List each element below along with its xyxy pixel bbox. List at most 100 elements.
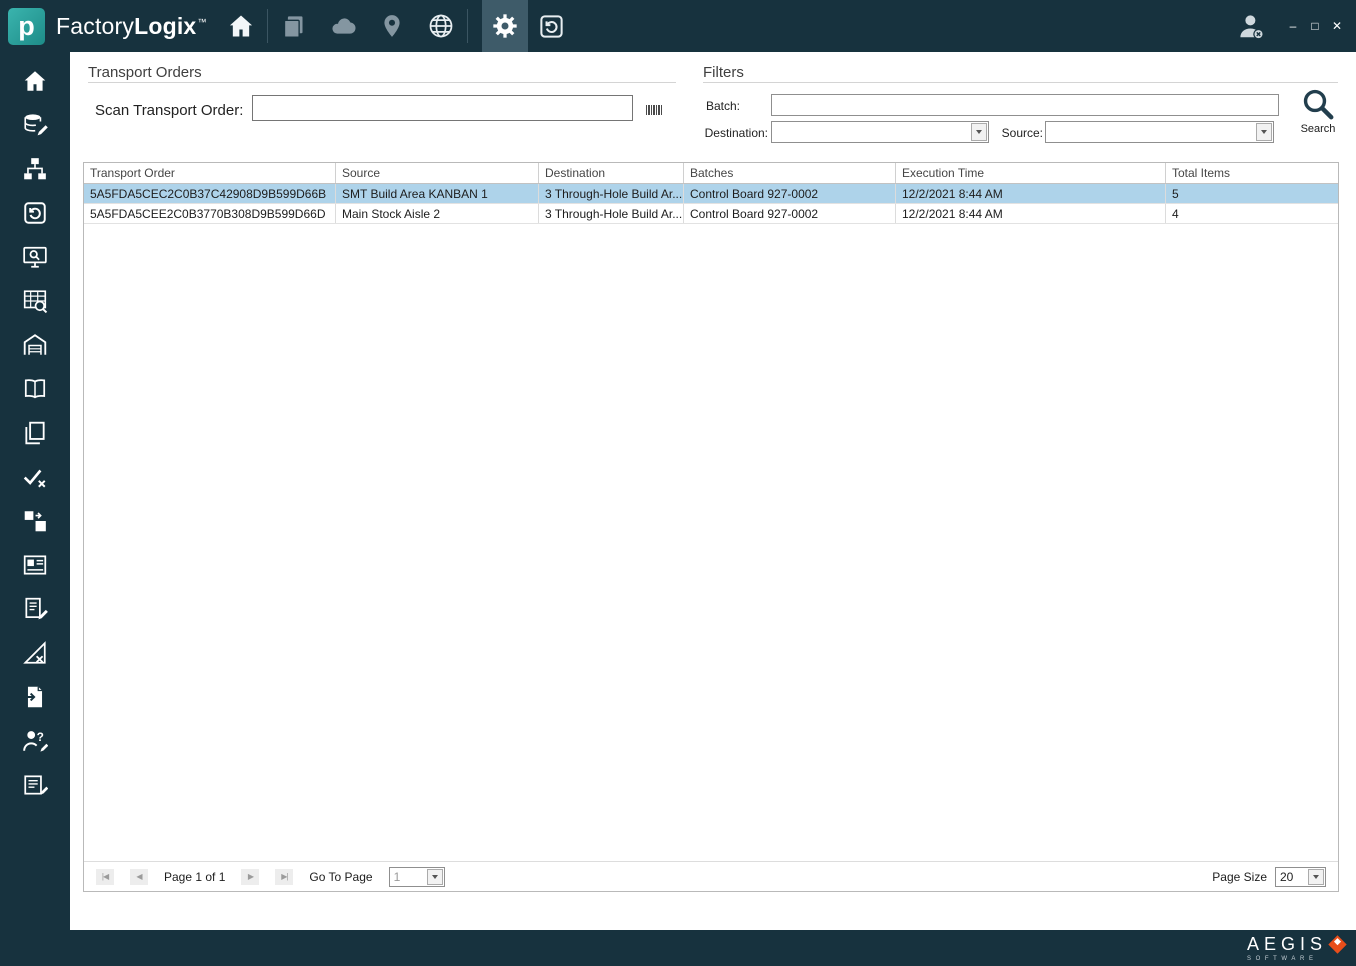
chevron-down-icon[interactable]: [1256, 123, 1272, 141]
aegis-diamond-icon: [1328, 935, 1347, 954]
svg-text:?: ?: [37, 730, 44, 744]
aegis-tagline: SOFTWARE: [1246, 956, 1318, 962]
history-icon[interactable]: [538, 13, 565, 40]
transfer-icon: [22, 508, 48, 534]
app-logo: p: [8, 7, 45, 45]
user-account-icon[interactable]: [1236, 11, 1266, 41]
goto-page-input-wrap: [388, 866, 445, 887]
table-header-row: Transport Order Source Destination Batch…: [84, 163, 1338, 184]
pagination-bar: |◀ ◀ Page 1 of 1 ▶ ▶| Go To Page Page Si…: [84, 861, 1338, 891]
column-header-transport-order[interactable]: Transport Order: [84, 163, 336, 183]
documents-icon[interactable]: [280, 13, 307, 40]
schedule-edit-icon: [22, 772, 48, 798]
page-size-select[interactable]: 20: [1275, 866, 1326, 887]
sidebar-item-id-card[interactable]: [12, 550, 58, 580]
titlebar-divider: [466, 9, 468, 43]
globe-icon[interactable]: [427, 12, 455, 40]
copy-icon: [22, 420, 48, 446]
cell-transport-order: 5A5FDA5CEC2C0B37C42908D9B599D66B: [84, 184, 336, 203]
sidebar-item-design-cancel[interactable]: [12, 638, 58, 668]
cell-source: SMT Build Area KANBAN 1: [336, 184, 539, 203]
column-header-execution-time[interactable]: Execution Time: [896, 163, 1166, 183]
cell-destination: 3 Through-Hole Build Ar...: [539, 184, 684, 203]
column-header-source[interactable]: Source: [336, 163, 539, 183]
sidebar-item-transfer[interactable]: [12, 506, 58, 536]
destination-filter-select[interactable]: [771, 121, 989, 143]
sidebar-item-monitor-search[interactable]: [12, 242, 58, 272]
aegis-brand-text: AEGIS: [1246, 934, 1327, 954]
page-size-label: Page Size: [1212, 869, 1267, 884]
cell-total-items: 4: [1172, 206, 1179, 221]
cloud-icon[interactable]: [329, 12, 357, 40]
table-row[interactable]: 5A5FDA5CEC2C0B37C42908D9B599D66B SMT Bui…: [84, 184, 1338, 204]
table-row[interactable]: 5A5FDA5CEE2C0B3770B308D9B599D66D Main St…: [84, 204, 1338, 224]
column-header-destination[interactable]: Destination: [539, 163, 684, 183]
last-page-button[interactable]: ▶|: [275, 868, 294, 885]
sidebar-item-book[interactable]: [12, 374, 58, 404]
prev-page-button[interactable]: ◀: [130, 868, 148, 885]
sidebar-item-database-edit[interactable]: [12, 110, 58, 140]
chevron-down-icon[interactable]: [426, 868, 443, 885]
sidebar-item-document-import[interactable]: [12, 682, 58, 712]
search-button[interactable]: Search: [1292, 86, 1344, 135]
close-button[interactable]: ✕: [1326, 14, 1348, 38]
id-card-icon: [22, 552, 48, 578]
bottom-bar: AEGIS SOFTWARE: [0, 930, 1356, 966]
column-header-batches[interactable]: Batches: [684, 163, 896, 183]
destination-filter-label: Destination:: [704, 126, 768, 140]
monitor-search-icon: [22, 244, 48, 270]
sidebar-item-workflow[interactable]: [12, 154, 58, 184]
source-filter-select[interactable]: [1045, 121, 1274, 143]
app-window: p FactoryLogix™ – □ ✕ ? Transport Orders…: [0, 0, 1356, 966]
chevron-down-icon[interactable]: [1308, 868, 1324, 885]
page-indicator: Page 1 of 1: [164, 869, 226, 884]
brand-trademark: ™: [197, 16, 207, 27]
batch-filter-input[interactable]: [771, 94, 1279, 116]
sidebar-item-copy[interactable]: [12, 418, 58, 448]
cell-total-items: 5: [1172, 186, 1179, 201]
titlebar-right-controls: – □ ✕: [1236, 11, 1356, 41]
section-divider: [88, 82, 676, 83]
sidebar-item-user-help[interactable]: ?: [12, 726, 58, 756]
sidebar-item-table-search[interactable]: [12, 286, 58, 316]
brand-prefix: Factory: [56, 12, 135, 39]
titlebar: p FactoryLogix™ – □ ✕: [0, 0, 1356, 52]
first-page-button[interactable]: |◀: [96, 868, 114, 885]
page-size-value: 20: [1280, 869, 1294, 884]
sidebar-item-home[interactable]: [12, 66, 58, 96]
transport-orders-table: Transport Order Source Destination Batch…: [83, 162, 1339, 892]
sidebar-item-history[interactable]: [12, 198, 58, 228]
sidebar-item-verify[interactable]: [12, 462, 58, 492]
settings-gear-icon[interactable]: [481, 0, 528, 52]
sidebar-item-warehouse[interactable]: [12, 330, 58, 360]
verify-icon: [22, 464, 48, 490]
scan-transport-order-label: Scan Transport Order:: [95, 102, 244, 119]
cell-destination: 3 Through-Hole Build Ar...: [539, 204, 684, 223]
cell-transport-order: 5A5FDA5CEE2C0B3770B308D9B599D66D: [84, 204, 336, 223]
titlebar-divider: [266, 9, 268, 43]
goto-page-label: Go To Page: [309, 869, 373, 884]
app-logo-letter: p: [18, 10, 35, 41]
cell-execution-time: 12/2/2021 8:44 AM: [896, 184, 1166, 203]
sidebar-item-schedule-edit[interactable]: [12, 770, 58, 800]
minimize-button[interactable]: –: [1282, 14, 1304, 38]
sidebar-item-document-edit[interactable]: [12, 594, 58, 624]
maximize-button[interactable]: □: [1304, 14, 1326, 38]
aegis-logo-top: AEGIS: [1246, 934, 1347, 955]
book-icon: [22, 376, 48, 402]
aegis-logo: AEGIS SOFTWARE: [1246, 934, 1347, 962]
history-icon: [22, 200, 48, 226]
brand-title: FactoryLogix™: [56, 13, 207, 40]
titlebar-nav-icons: [280, 12, 455, 40]
source-filter-label: Source:: [1001, 126, 1043, 140]
goto-page-input[interactable]: [389, 867, 428, 886]
home-icon: [22, 68, 48, 94]
sidebar: ?: [0, 52, 70, 930]
next-page-button[interactable]: ▶: [241, 868, 260, 885]
filters-section-title: Filters: [703, 64, 744, 81]
location-pin-icon[interactable]: [379, 13, 405, 39]
search-icon: [1292, 86, 1344, 122]
home-icon[interactable]: [227, 12, 255, 40]
scan-transport-order-input[interactable]: [252, 95, 633, 121]
column-header-total-items[interactable]: Total Items: [1166, 163, 1338, 183]
